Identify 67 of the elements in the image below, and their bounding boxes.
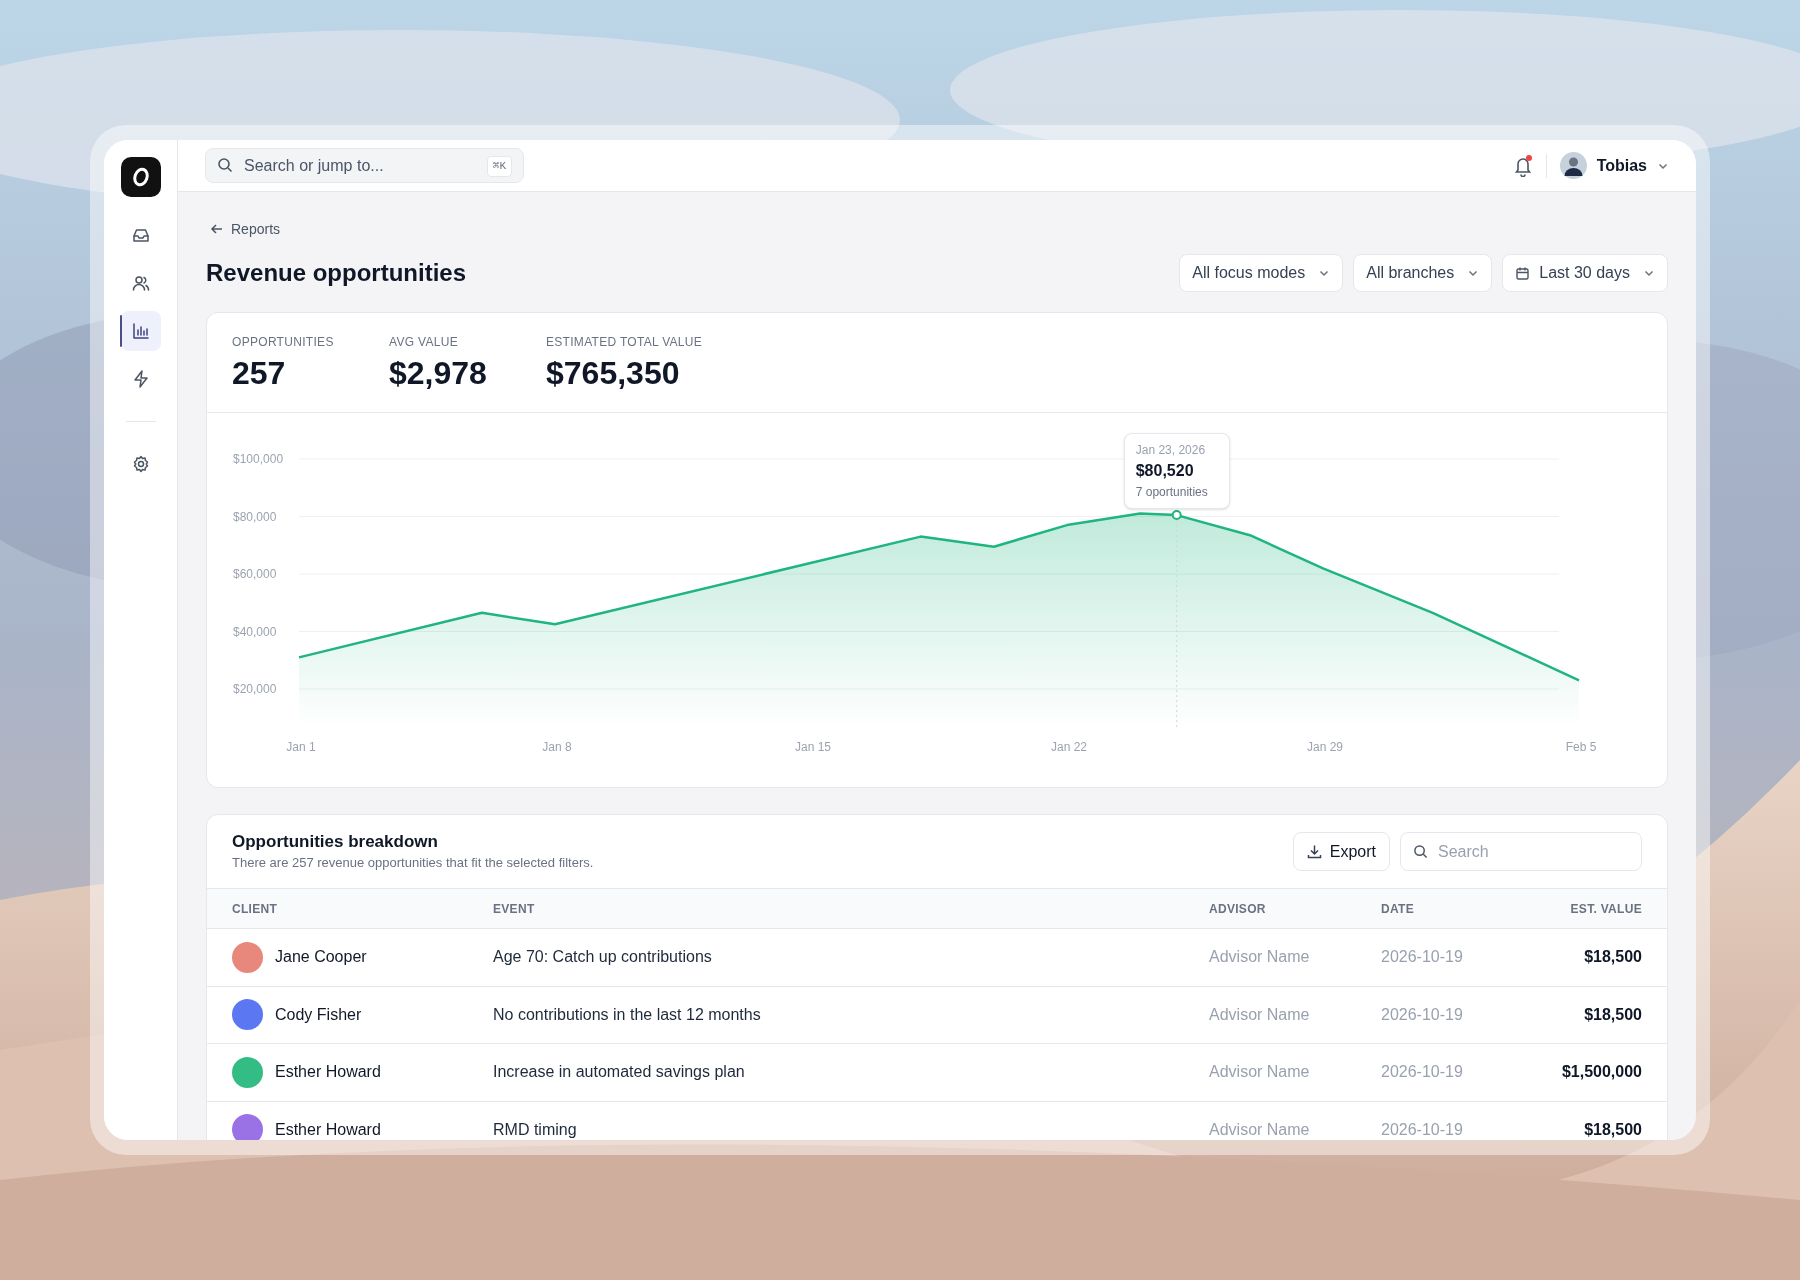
client-name: Esther Howard [275,1119,381,1140]
axis-label: $100,000 [233,452,284,466]
column-header: EST. VALUE [1569,900,1642,918]
axis-label: Jan 22 [1051,740,1087,754]
tooltip-value: $80,520 [1135,461,1195,481]
client-name: Cody Fisher [275,1004,362,1025]
shortcut-key: ⌘K [486,156,512,177]
download-icon [1306,844,1322,859]
table-cell-text: 2026-10-19 [1381,1062,1464,1083]
tooltip-count: 7 oportunities [1135,484,1209,501]
axis-label: Jan 15 [795,740,831,754]
stat-label: ESTIMATED TOTAL VALUE [546,334,703,351]
filter-dropdown[interactable]: All focus modes [1179,254,1344,292]
page-title: Revenue opportunities [206,258,467,288]
column-header: DATE [1381,900,1415,918]
search-icon [1413,844,1428,859]
axis-label: $60,000 [233,567,277,581]
notification-bell-icon[interactable] [1512,154,1533,177]
section-title: Opportunities breakdown [232,830,439,852]
axis-label: Jan 1 [286,740,316,754]
table-cell-text: 2026-10-19 [1381,947,1464,968]
users-icon [130,273,151,293]
sidebar-nav-item[interactable] [120,311,161,351]
table-cell-text: 2026-10-19 [1381,1004,1464,1025]
table-cell-text: $1,500,000 [1560,1062,1642,1083]
stat-value: 257 [232,354,287,393]
table-cell-text: Age 70: Catch up contributions [493,947,713,968]
column-header: ADVISOR [1209,900,1267,918]
stat-value: $765,350 [546,354,681,393]
stat-value: $2,978 [389,354,488,393]
axis-label: $20,000 [233,682,277,696]
back-link[interactable]: Reports [210,218,1668,240]
table-cell-text: $18,500 [1583,1004,1642,1025]
section-subtitle: There are 257 revenue opportunities that fit the selected filters. [232,853,594,872]
user-menu[interactable]: Tobias [1559,152,1669,179]
table-cell-text: 2026-10-19 [1381,1119,1464,1140]
table-search-field[interactable]: Search [1400,832,1642,871]
filter-dropdown[interactable]: Last 30 days [1502,254,1668,292]
table-cell-text: No contributions in the last 12 months [493,1004,762,1025]
calendar-icon [1515,265,1531,281]
table-cell-text: Increase in automated savings plan [493,1062,746,1083]
axis-label: Feb 5 [1565,740,1597,754]
table-cell-text: RMD timing [493,1119,578,1140]
bar-chart-icon [130,321,151,341]
table-cell-text: $18,500 [1583,947,1642,968]
table-cell-text: $18,500 [1583,1119,1642,1140]
table-cell-text: Advisor Name [1209,1004,1311,1025]
column-header: CLIENT [232,900,279,918]
axis-label: $40,000 [233,624,277,639]
column-header: EVENT [493,900,536,918]
axis-label: Jan 8 [542,740,572,754]
stat-label: AVG VALUE [389,334,459,351]
table-cell-text: Advisor Name [1209,1062,1311,1083]
filter-dropdown[interactable]: All branches [1353,254,1493,292]
axis-label: $80,000 [233,509,277,524]
tooltip-date: Jan 23, 2026 [1135,442,1207,459]
table-cell-text: Advisor Name [1209,1119,1311,1140]
client-name: Jane Cooper [275,947,367,968]
client-name: Esther Howard [275,1062,381,1083]
export-button[interactable]: Export [1292,832,1390,871]
axis-label: Jan 29 [1307,740,1343,754]
search-icon [217,157,233,173]
app-logo[interactable] [120,157,161,197]
stat-label: OPPORTUNITIES [232,334,335,351]
arrow-left-icon [210,222,224,236]
table-cell-text: Advisor Name [1209,947,1311,968]
avatar [1559,152,1587,179]
